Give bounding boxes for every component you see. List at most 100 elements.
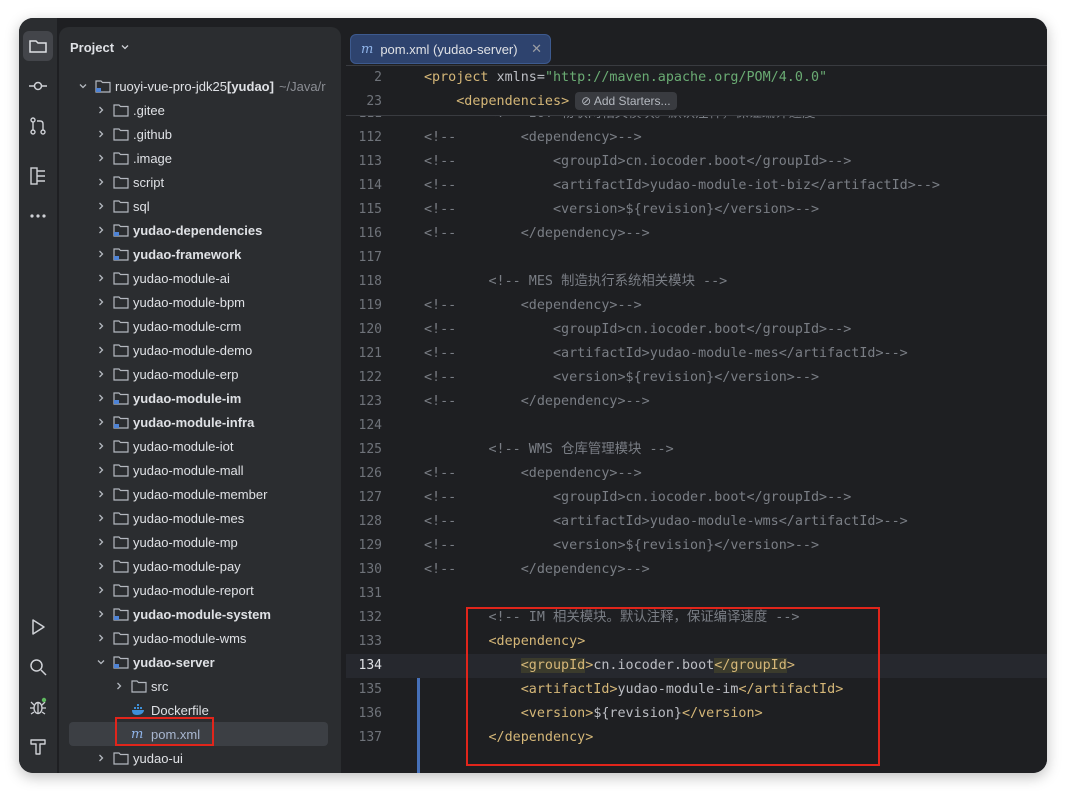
tree-item-folder[interactable]: yudao-module-erp	[59, 362, 341, 386]
code-line[interactable]: 118 <!-- MES 制造执行系统相关模块 -->	[346, 270, 1047, 294]
code-line[interactable]: 130 <!-- </dependency>-->	[346, 558, 1047, 582]
commit-tool-button[interactable]	[23, 71, 53, 101]
tree-item-folder[interactable]: yudao-dependencies	[59, 218, 341, 242]
line-number: 112	[358, 130, 382, 145]
debug-tool-button[interactable]	[23, 692, 53, 722]
add-starters-button[interactable]: ⊘ Add Starters...	[575, 92, 677, 110]
chevron-right-icon	[99, 298, 104, 306]
code-line[interactable]: 114 <!-- <artifactId>yudao-module-iot-biz…	[346, 174, 1047, 198]
pull-request-icon	[30, 117, 46, 135]
tree-item-folder[interactable]: yudao-module-mall	[59, 458, 341, 482]
folder-icon	[113, 272, 129, 285]
code-line[interactable]: 128 <!-- <artifactId>yudao-module-wms</ar…	[346, 510, 1047, 534]
folder-icon	[29, 40, 47, 53]
project-panel-header[interactable]: Project	[70, 38, 130, 56]
code-line[interactable]: 129 <!-- <version>${revision}</version>--…	[346, 534, 1047, 558]
tree-item-folder[interactable]: yudao-module-bpm	[59, 290, 341, 314]
code-line[interactable]: 117	[346, 246, 1047, 270]
sticky-line[interactable]: 23 <dependencies> ⊘ Add Starters...	[346, 90, 1047, 114]
sticky-line[interactable]: 2 <project xmlns="http://maven.apache.org…	[346, 66, 1047, 90]
code-line[interactable]: 115 <!-- <version>${revision}</version>--…	[346, 198, 1047, 222]
chevron-right-icon	[99, 178, 104, 186]
folder-icon	[113, 584, 129, 597]
folder-icon	[131, 680, 147, 693]
code-line[interactable]: 123 <!-- </dependency>-->	[346, 390, 1047, 414]
tree-item-folder[interactable]: yudao-module-im	[59, 386, 341, 410]
tree-item-folder[interactable]: yudao-module-ai	[59, 266, 341, 290]
build-tool-button[interactable]	[23, 732, 53, 762]
code-text: <!-- <artifactId>yudao-module-wms</artif…	[424, 514, 908, 529]
code-line[interactable]: 125 <!-- WMS 仓库管理模块 -->	[346, 438, 1047, 462]
tree-item-folder[interactable]: yudao-module-iot	[59, 434, 341, 458]
folder-icon	[113, 560, 129, 573]
highlight-box-im-dependency	[466, 607, 880, 766]
code-line[interactable]: 112 <!-- <dependency>-->	[346, 126, 1047, 150]
sticky-header[interactable]: 2 <project xmlns="http://maven.apache.org…	[346, 66, 1047, 116]
search-tool-button[interactable]	[23, 652, 53, 682]
chevron-right-icon	[99, 538, 104, 546]
tree-item-folder[interactable]: script	[59, 170, 341, 194]
code-line[interactable]: 131	[346, 582, 1047, 606]
tab-pom-xml[interactable]: m pom.xml (yudao-server) ✕	[350, 34, 551, 64]
folder-icon	[113, 488, 129, 501]
tree-item-label: yudao-module-report	[133, 582, 254, 598]
structure-tool-button[interactable]	[23, 161, 53, 191]
tree-item-folder[interactable]: yudao-module-pay	[59, 554, 341, 578]
run-tool-button[interactable]	[23, 612, 53, 642]
more-icon	[30, 214, 46, 218]
chevron-right-icon	[99, 442, 104, 450]
folder-icon	[113, 104, 129, 117]
line-number: 119	[358, 298, 382, 313]
tree-item-label: script	[133, 174, 165, 190]
tree-item-label: yudao-ui	[133, 750, 183, 766]
tree-item-label: yudao-module-iot	[133, 438, 234, 454]
tree-item-label: yudao-module-mp	[133, 534, 238, 550]
chevron-right-icon	[99, 370, 104, 378]
code-line[interactable]: 122 <!-- <version>${revision}</version>--…	[346, 366, 1047, 390]
tree-item-label: yudao-module-system	[133, 606, 271, 622]
tree-item-folder[interactable]: yudao-module-wms	[59, 626, 341, 650]
tree-item-folder[interactable]: sql	[59, 194, 341, 218]
folder-icon	[113, 656, 129, 669]
line-number: 133	[358, 634, 382, 649]
code-line[interactable]: 127 <!-- <groupId>cn.iocoder.boot</groupI…	[346, 486, 1047, 510]
tree-item-folder[interactable]: yudao-module-member	[59, 482, 341, 506]
folder-icon	[113, 296, 129, 309]
chevron-down-icon	[79, 84, 87, 89]
line-number: 114	[358, 178, 382, 193]
tree-item-folder[interactable]: .image	[59, 146, 341, 170]
pull-requests-tool-button[interactable]	[23, 111, 53, 141]
tree-item-folder[interactable]: yudao-module-demo	[59, 338, 341, 362]
tree-root[interactable]: ruoyi-vue-pro-jdk25 [yudao] ~/Java/r	[59, 74, 341, 98]
project-tool-button[interactable]	[23, 31, 53, 61]
tree-item-yudao-ui[interactable]: yudao-ui	[59, 746, 341, 770]
line-number: 2	[374, 70, 382, 85]
tree-item-folder[interactable]: yudao-module-crm	[59, 314, 341, 338]
chevron-right-icon	[99, 106, 104, 114]
more-tools-button[interactable]	[23, 201, 53, 231]
tree-item-folder[interactable]: yudao-framework	[59, 242, 341, 266]
code-text: <!-- <dependency>-->	[424, 298, 642, 313]
code-line[interactable]: 126 <!-- <dependency>-->	[346, 462, 1047, 486]
tree-item-folder[interactable]: yudao-module-system	[59, 602, 341, 626]
tree-item-src[interactable]: src	[59, 674, 341, 698]
tree-item-folder[interactable]: yudao-module-infra	[59, 410, 341, 434]
tree-item-folder[interactable]: .gitee	[59, 98, 341, 122]
tree-item-folder[interactable]: yudao-module-mp	[59, 530, 341, 554]
code-line[interactable]: 121 <!-- <artifactId>yudao-module-mes</ar…	[346, 342, 1047, 366]
code-line[interactable]: 116 <!-- </dependency>-->	[346, 222, 1047, 246]
line-number: 122	[358, 370, 382, 385]
tree-item-folder[interactable]: yudao-module-report	[59, 578, 341, 602]
close-icon[interactable]: ✕	[531, 41, 542, 57]
code-line[interactable]: 119 <!-- <dependency>-->	[346, 294, 1047, 318]
code-text: <!-- <artifactId>yudao-module-iot-biz</a…	[424, 178, 940, 193]
code-line[interactable]: 120 <!-- <groupId>cn.iocoder.boot</groupI…	[346, 318, 1047, 342]
code-line[interactable]: 113 <!-- <groupId>cn.iocoder.boot</groupI…	[346, 150, 1047, 174]
highlight-box-pom-xml	[115, 717, 214, 746]
tree-item-folder[interactable]: yudao-module-mes	[59, 506, 341, 530]
tree-item-yudao-server[interactable]: yudao-server	[59, 650, 341, 674]
tree-item-folder[interactable]: .github	[59, 122, 341, 146]
maven-icon: m	[361, 41, 374, 57]
code-line[interactable]: 124	[346, 414, 1047, 438]
folder-icon	[113, 200, 129, 213]
